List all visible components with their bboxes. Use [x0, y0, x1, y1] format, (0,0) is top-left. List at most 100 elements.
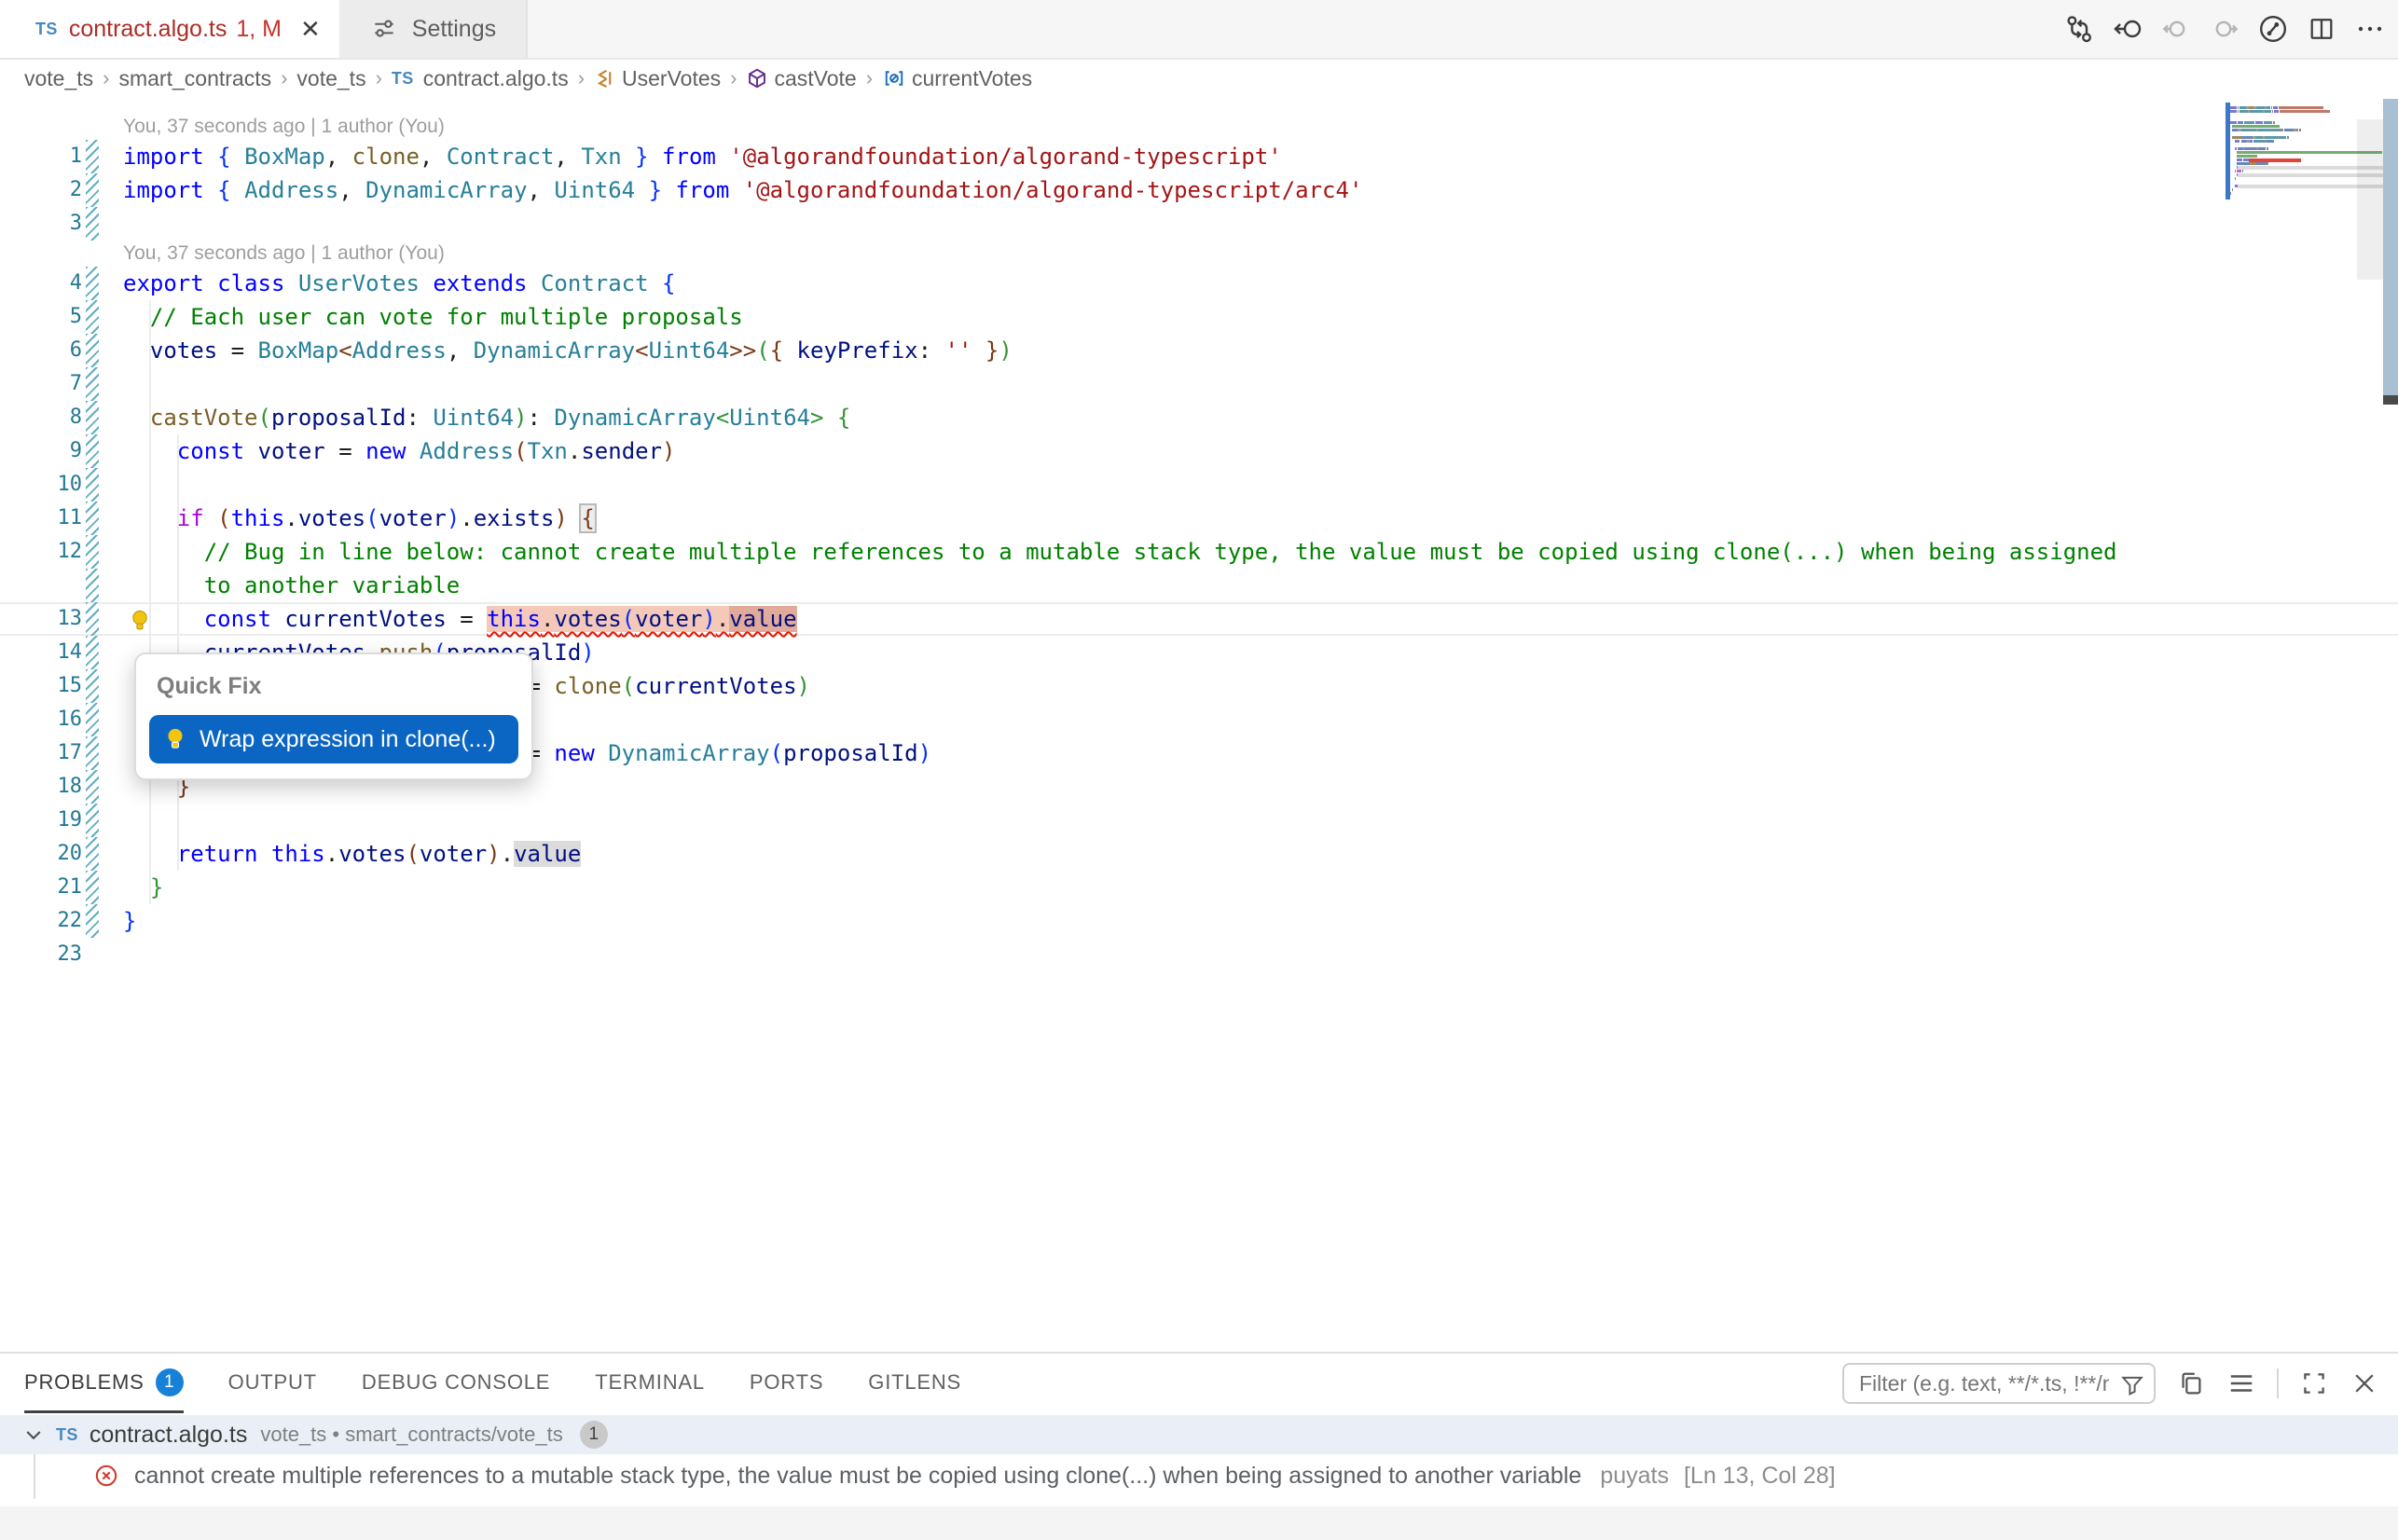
editor-tab-bar: TS contract.algo.ts 1, M ✕ Settings — [0, 0, 2398, 60]
git-added-gutter-decoration — [86, 207, 99, 241]
git-added-gutter-decoration — [86, 502, 99, 535]
error-source: puyats — [1600, 1463, 1669, 1490]
line-number[interactable]: 15 — [0, 669, 82, 703]
line-number[interactable]: 20 — [0, 837, 82, 871]
more-actions-icon[interactable] — [2355, 14, 2385, 44]
panel-tab-ports[interactable]: PORTS — [750, 1354, 823, 1413]
line-number[interactable]: 23 — [0, 938, 82, 971]
quick-fix-action-wrap-in-clone[interactable]: Wrap expression in clone(...) — [149, 715, 518, 763]
tab-contract-algo-ts[interactable]: TS contract.algo.ts 1, M ✕ — [0, 0, 339, 58]
code-area: You, 37 seconds ago | 1 author (You)1imp… — [0, 114, 2398, 971]
line-number[interactable]: 18 — [0, 770, 82, 804]
chevron-down-icon[interactable] — [19, 1420, 48, 1450]
problems-file-count-badge: 1 — [580, 1421, 608, 1449]
line-number[interactable]: 2 — [0, 173, 82, 207]
code-line-12[interactable]: 12 // Bug in line below: cannot create m… — [0, 535, 2398, 569]
git-added-gutter-decoration — [86, 334, 99, 367]
line-number[interactable]: 14 — [0, 636, 82, 669]
git-added-gutter-decoration — [86, 602, 99, 636]
problems-file-row[interactable]: TS contract.algo.ts vote_ts • smart_cont… — [0, 1415, 2398, 1454]
code-line-1[interactable]: 1import { BoxMap, clone, Contract, Txn }… — [0, 140, 2398, 173]
code-line-23[interactable]: 23 — [0, 938, 2398, 971]
error-location: [Ln 13, Col 28] — [1684, 1463, 1836, 1490]
line-number[interactable]: 7 — [0, 367, 82, 401]
gitlens-blame-annotation[interactable]: You, 37 seconds ago | 1 author (You) — [0, 114, 2398, 140]
git-added-gutter-decoration — [86, 569, 99, 602]
breadcrumb-item-currentVotes[interactable]: currentVotes — [882, 66, 1032, 91]
line-number[interactable]: 5 — [0, 300, 82, 334]
code-text: if (this.votes(voter).exists) { — [123, 502, 595, 535]
panel-tab-output[interactable]: OUTPUT — [228, 1354, 317, 1413]
line-number[interactable]: 6 — [0, 334, 82, 367]
close-panel-icon[interactable] — [2350, 1368, 2379, 1398]
tab-settings[interactable]: Settings — [339, 0, 528, 58]
code-line-7[interactable]: 7 — [0, 367, 2398, 401]
run-or-debug-icon[interactable] — [2258, 14, 2288, 44]
code-line-wrap[interactable]: to another variable — [0, 569, 2398, 602]
line-number[interactable]: 22 — [0, 904, 82, 938]
breadcrumb-item-smart_contracts[interactable]: smart_contracts — [118, 66, 271, 91]
code-line-10[interactable]: 10 — [0, 468, 2398, 502]
breadcrumb-separator-icon: › — [281, 66, 287, 90]
next-change-icon[interactable] — [2210, 14, 2240, 44]
breadcrumb-item-contract.algo.ts[interactable]: TScontract.algo.ts — [392, 66, 569, 91]
breadcrumb-item-vote_ts[interactable]: vote_ts — [296, 66, 365, 91]
line-number[interactable]: 1 — [0, 140, 82, 173]
code-line-13[interactable]: 13 const currentVotes = this.votes(voter… — [0, 602, 2398, 636]
panel-tab-gitlens[interactable]: GITLENS — [868, 1354, 961, 1413]
code-line-6[interactable]: 6 votes = BoxMap<Address, DynamicArray<U… — [0, 334, 2398, 367]
line-number[interactable]: 13 — [0, 602, 82, 636]
line-number[interactable]: 3 — [0, 207, 82, 241]
line-number[interactable]: 17 — [0, 736, 82, 770]
close-tab-icon[interactable]: ✕ — [300, 17, 321, 41]
line-number[interactable]: 11 — [0, 502, 82, 535]
breadcrumb-separator-icon: › — [103, 66, 109, 90]
code-line-11[interactable]: 11 if (this.votes(voter).exists) { — [0, 502, 2398, 535]
breadcrumb-separator-icon: › — [866, 66, 873, 90]
panel-tab-problems[interactable]: PROBLEMS1 — [24, 1354, 184, 1413]
line-number[interactable]: 21 — [0, 871, 82, 904]
code-text: } — [123, 904, 136, 938]
git-compare-icon[interactable] — [2064, 14, 2094, 44]
line-number[interactable]: 10 — [0, 468, 82, 502]
tab-settings-label: Settings — [412, 16, 496, 43]
maximize-panel-icon[interactable] — [2299, 1368, 2329, 1398]
breadcrumb-item-castVote[interactable]: castVote — [746, 66, 856, 91]
code-line-3[interactable]: 3 — [0, 207, 2398, 241]
copy-all-icon[interactable] — [2176, 1368, 2206, 1398]
vscode-window: TS contract.algo.ts 1, M ✕ Settings — [0, 0, 2398, 1540]
line-number[interactable]: 4 — [0, 267, 82, 300]
open-changes-icon[interactable] — [2113, 14, 2143, 44]
panel-tab-terminal[interactable]: TERMINAL — [595, 1354, 705, 1413]
breadcrumb-item-UserVotes[interactable]: UserVotes — [594, 66, 721, 91]
view-as-list-icon[interactable] — [2226, 1368, 2256, 1398]
code-line-19[interactable]: 19 — [0, 804, 2398, 837]
code-line-9[interactable]: 9 const voter = new Address(Txn.sender) — [0, 434, 2398, 468]
code-line-21[interactable]: 21 } — [0, 871, 2398, 904]
filter-funnel-icon[interactable] — [2120, 1370, 2144, 1405]
code-line-20[interactable]: 20 return this.votes(voter).value — [0, 837, 2398, 871]
breadcrumb-separator-icon: › — [730, 66, 737, 90]
problems-error-row[interactable]: cannot create multiple references to a m… — [0, 1454, 2398, 1497]
previous-change-icon[interactable] — [2161, 14, 2191, 44]
panel-tab-debug-console[interactable]: DEBUG CONSOLE — [362, 1354, 550, 1413]
line-number[interactable]: 9 — [0, 434, 82, 468]
editor-scrollbar[interactable] — [2383, 99, 2398, 405]
git-added-gutter-decoration — [86, 871, 99, 904]
code-line-4[interactable]: 4export class UserVotes extends Contract… — [0, 267, 2398, 300]
quick-fix-action-label: Wrap expression in clone(...) — [200, 726, 496, 753]
line-number[interactable]: 12 — [0, 535, 82, 569]
settings-sliders-icon — [369, 14, 399, 44]
code-line-5[interactable]: 5 // Each user can vote for multiple pro… — [0, 300, 2398, 334]
breadcrumb-item-vote_ts[interactable]: vote_ts — [24, 66, 93, 91]
line-number[interactable]: 19 — [0, 804, 82, 837]
split-editor-icon[interactable] — [2307, 14, 2336, 44]
code-line-22[interactable]: 22} — [0, 904, 2398, 938]
problems-filter-input[interactable] — [1842, 1363, 2156, 1404]
line-number[interactable]: 8 — [0, 401, 82, 434]
code-line-2[interactable]: 2import { Address, DynamicArray, Uint64 … — [0, 173, 2398, 207]
code-line-8[interactable]: 8 castVote(proposalId: Uint64): DynamicA… — [0, 401, 2398, 434]
error-highlighted-expression: this.votes(voter).value — [487, 606, 796, 632]
line-number[interactable]: 16 — [0, 703, 82, 736]
gitlens-blame-annotation[interactable]: You, 37 seconds ago | 1 author (You) — [0, 241, 2398, 267]
